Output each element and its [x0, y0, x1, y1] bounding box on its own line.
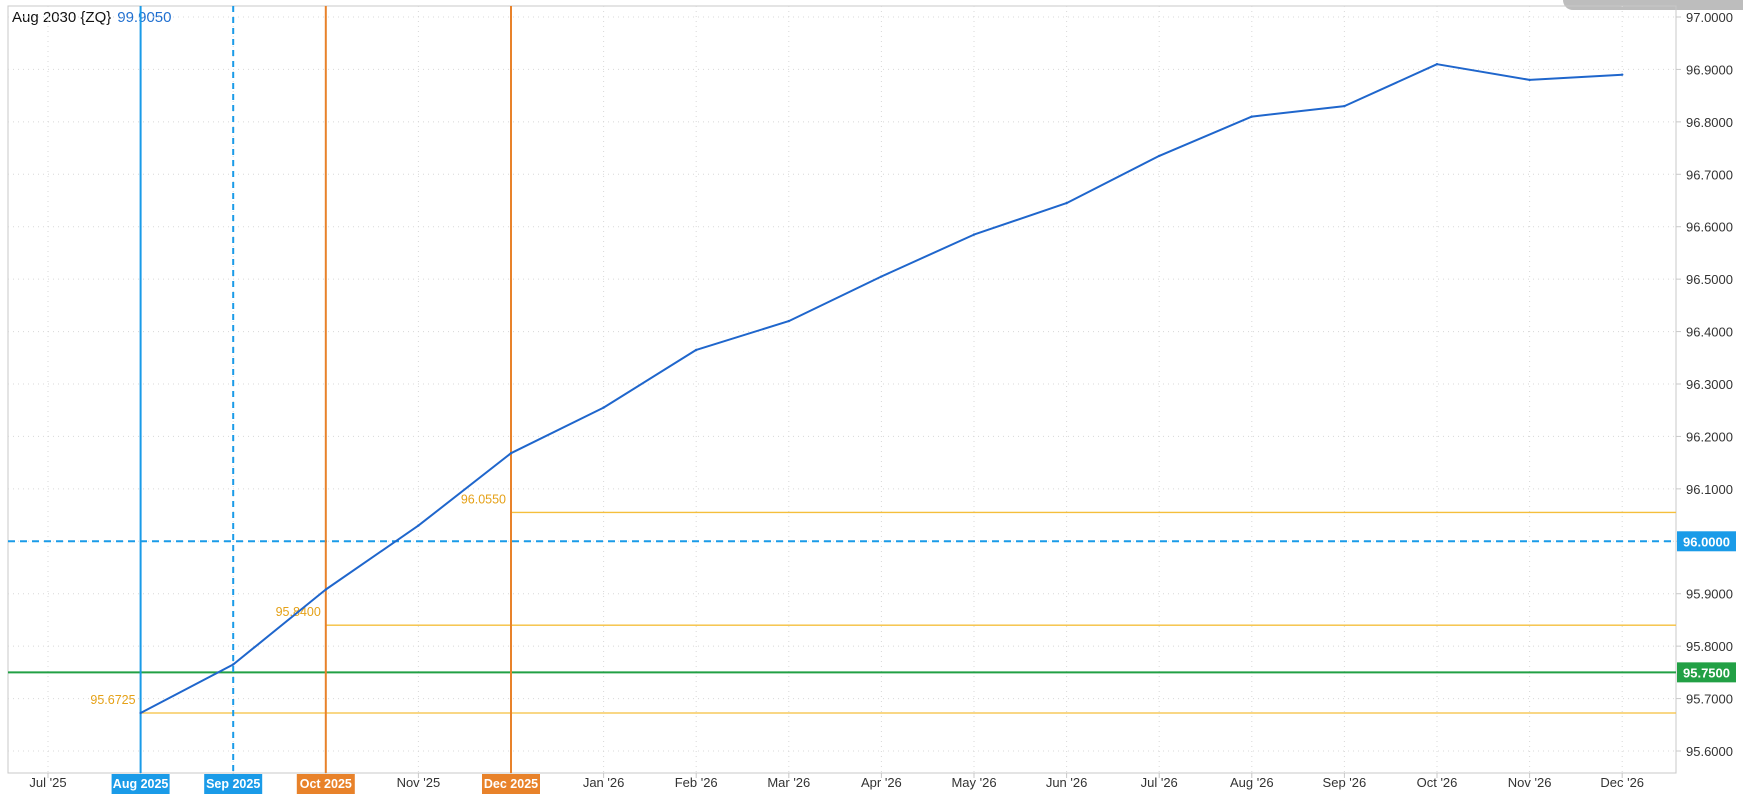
series-point — [232, 663, 235, 666]
series-point — [787, 319, 790, 323]
y-tick-label: 96.9000 — [1686, 62, 1733, 77]
series-point — [417, 524, 420, 527]
series-point — [972, 233, 976, 236]
level-line-label: 95.6725 — [90, 693, 135, 707]
vertical-marker-label: Oct 2025 — [300, 777, 352, 791]
series-point — [1250, 115, 1254, 118]
x-tick-label: Sep '26 — [1323, 775, 1367, 790]
series-point — [139, 711, 142, 715]
horizontal-marker-label: 96.0000 — [1683, 534, 1730, 549]
x-tick-label: Nov '26 — [1508, 775, 1552, 790]
level-line-label: 96.0550 — [461, 492, 506, 506]
x-tick-label: Jan '26 — [583, 775, 625, 790]
y-tick-label: 96.6000 — [1686, 220, 1733, 235]
series-point — [880, 275, 883, 278]
y-tick-label: 96.4000 — [1686, 325, 1733, 340]
series-point — [1435, 62, 1439, 66]
x-tick-label: Aug '26 — [1230, 775, 1274, 790]
x-tick-label: May '26 — [951, 775, 996, 790]
y-tick-label: 96.8000 — [1686, 115, 1733, 130]
y-tick-label: 96.2000 — [1686, 429, 1733, 444]
x-tick-label: Mar '26 — [767, 775, 810, 790]
series-point — [1065, 201, 1068, 205]
x-tick-label: Jun '26 — [1046, 775, 1088, 790]
series-point — [1528, 78, 1531, 82]
series-point — [602, 406, 605, 409]
x-tick-label: Jul '26 — [1141, 775, 1178, 790]
x-tick-label: Nov '25 — [397, 775, 441, 790]
y-tick-label: 96.7000 — [1686, 167, 1733, 182]
y-tick-label: 97.0000 — [1686, 10, 1733, 25]
y-tick-label: 95.7000 — [1686, 692, 1733, 707]
chart-root: Aug 2030 {ZQ} 99.9050 97.0000 96.9000 96.80… — [0, 0, 1743, 806]
y-tick-label: 96.5000 — [1686, 272, 1733, 287]
y-tick-label: 95.9000 — [1686, 587, 1733, 602]
x-tick-label: Jul '25 — [29, 775, 66, 790]
y-tick-label: 96.3000 — [1686, 377, 1733, 392]
vertical-marker-label: Sep 2025 — [206, 777, 260, 791]
series-point — [1158, 154, 1161, 158]
series-point — [509, 452, 513, 455]
series-point — [324, 588, 327, 591]
x-tick-label: Feb '26 — [675, 775, 718, 790]
vertical-marker-label: Dec 2025 — [484, 777, 538, 791]
x-tick-label: Apr '26 — [861, 775, 902, 790]
horizontal-marker-label: 95.7500 — [1683, 665, 1730, 680]
plot-frame — [7, 5, 1677, 774]
series-point — [1621, 73, 1624, 76]
y-tick-label: 96.1000 — [1686, 482, 1733, 497]
y-tick-label: 95.8000 — [1686, 639, 1733, 654]
y-tick-label: 95.6000 — [1686, 744, 1733, 759]
vertical-marker-label: Aug 2025 — [113, 777, 169, 791]
series-point — [1343, 104, 1346, 108]
series-point — [695, 348, 698, 352]
chart-plot[interactable]: 97.0000 96.9000 96.8000 96.7000 96.6000 96.50… — [0, 0, 1743, 806]
x-tick-label: Oct '26 — [1417, 775, 1458, 790]
x-tick-label: Dec '26 — [1600, 775, 1644, 790]
